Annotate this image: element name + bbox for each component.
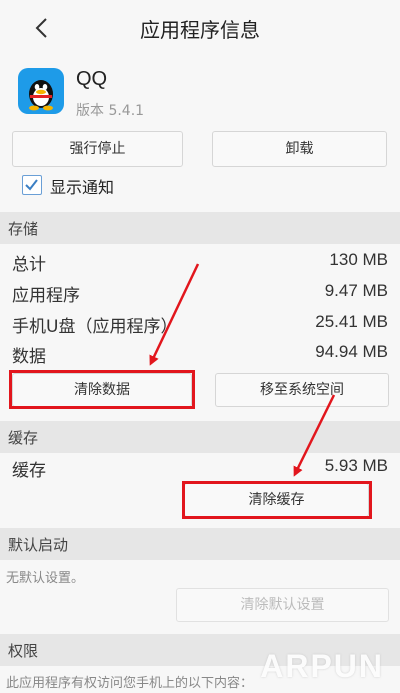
storage-app-value: 9.47 MB (324, 281, 388, 300)
watermark: ARPUN (260, 648, 384, 684)
storage-total-value: 130 MB (329, 250, 388, 269)
storage-app-label: 应用程序 (12, 286, 80, 306)
storage-data-label: 数据 (12, 347, 46, 367)
cache-label: 缓存 (12, 461, 46, 481)
clear-defaults-button[interactable]: 清除默认设置 (176, 588, 389, 622)
section-title: 权限 (8, 642, 39, 660)
checkmark-icon (25, 179, 38, 191)
storage-total-label: 总计 (12, 255, 46, 275)
show-notification-label: 显示通知 (50, 178, 115, 197)
section-title: 存储 (8, 220, 39, 238)
cache-section-header: 缓存 (0, 421, 400, 453)
storage-usb-value: 25.41 MB (315, 312, 388, 331)
page-title: 应用程序信息 (140, 18, 260, 42)
clear-data-button[interactable]: 清除数据 (12, 373, 192, 407)
qq-penguin-icon (18, 68, 64, 114)
show-notification-checkbox[interactable] (22, 175, 42, 195)
section-title: 默认启动 (8, 536, 69, 554)
storage-usb-label: 手机U盘（应用程序） (12, 317, 178, 337)
storage-section-header: 存储 (0, 212, 400, 244)
clear-cache-button[interactable]: 清除缓存 (184, 483, 369, 517)
title-bar: 应用程序信息 (0, 0, 400, 56)
move-to-system-button[interactable]: 移至系统空间 (215, 373, 389, 407)
no-defaults-text: 无默认设置。 (6, 571, 85, 586)
force-stop-button[interactable]: 强行停止 (12, 131, 183, 167)
app-version: 版本 5.4.1 (76, 103, 145, 119)
storage-data-value: 94.94 MB (315, 342, 388, 361)
uninstall-button[interactable]: 卸载 (212, 131, 387, 167)
cache-value: 5.93 MB (324, 456, 388, 475)
permissions-text: 此应用程序有权访问您手机上的以下内容： (6, 676, 254, 691)
section-title: 缓存 (8, 429, 39, 447)
app-name: QQ (76, 68, 108, 90)
defaults-section-header: 默认启动 (0, 528, 400, 560)
